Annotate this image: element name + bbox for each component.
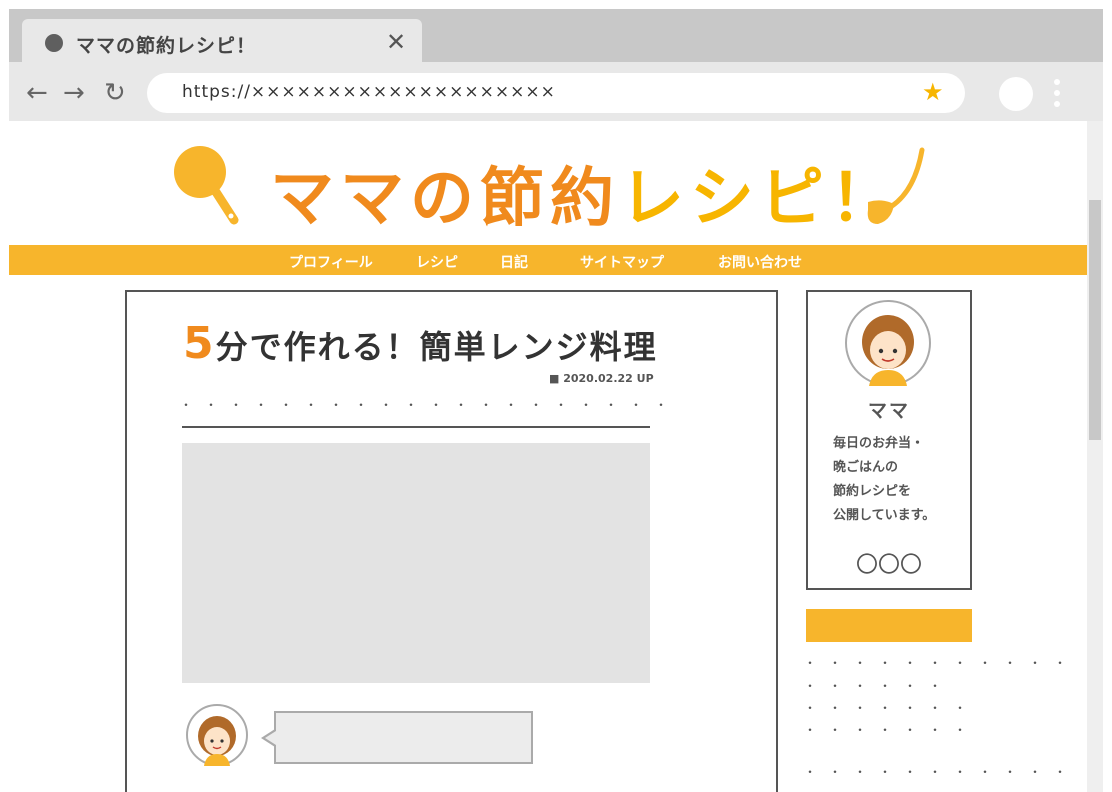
profile-circles: 〇〇〇 [855, 553, 922, 578]
speech-bubble-tail-inner [265, 731, 276, 745]
back-arrow-icon[interactable]: ← [26, 78, 48, 108]
sidebar-list-item[interactable]: ・・・・・・・ [804, 702, 979, 714]
nav-contact[interactable]: お問い合わせ [718, 252, 802, 272]
scroll-thumb[interactable] [1089, 200, 1101, 440]
nav-profile[interactable]: プロフィール [289, 252, 373, 272]
site-title[interactable]: ママの節約レシピ！ [270, 147, 900, 239]
nav-diary[interactable]: 日記 [500, 252, 528, 272]
speech-bubble [274, 711, 533, 764]
divider [182, 426, 650, 428]
placeholder-dots: ・・・・・・・・・・・・・・・・・・・・ [180, 398, 681, 412]
profile-description: 毎日のお弁当・ 晩ごはんの 節約レシピを 公開しています。 [833, 436, 936, 523]
article-date: ■ 2020.02.22 UP [549, 372, 654, 385]
nav-sitemap[interactable]: サイトマップ [580, 252, 664, 272]
close-icon[interactable]: ✕ [386, 29, 406, 55]
sidebar-list-item[interactable]: ・・・・・・・ [804, 724, 979, 736]
profile-icon[interactable] [999, 77, 1033, 111]
sidebar-heading-bar [806, 609, 972, 642]
sidebar-list-item[interactable]: ・・・・・・ [804, 680, 954, 692]
sidebar-list-item[interactable]: ・・・・・・・・・・・ [804, 766, 1079, 778]
favicon-dot-icon [45, 34, 63, 52]
url-text[interactable]: https://×××××××××××××××××××× [182, 82, 556, 102]
mom-avatar-icon [186, 704, 248, 766]
global-nav [9, 245, 1087, 275]
profile-name: ママ [867, 400, 910, 422]
article-title: 5分で作れる！簡単レンジ料理 [183, 318, 658, 369]
kebab-menu-icon[interactable] [1054, 79, 1060, 112]
star-icon[interactable]: ★ [922, 79, 944, 105]
forward-arrow-icon[interactable]: → [63, 78, 85, 108]
nav-recipe[interactable]: レシピ [416, 252, 458, 272]
mom-avatar-icon[interactable] [845, 300, 931, 386]
tab-title: ママの節約レシピ！ [76, 35, 257, 57]
sidebar-list-item[interactable]: ・・・・・・・・・・・ [804, 657, 1079, 669]
reload-icon[interactable]: ↻ [104, 78, 126, 108]
frying-pan-icon [174, 146, 239, 225]
article-image-placeholder [182, 443, 650, 683]
